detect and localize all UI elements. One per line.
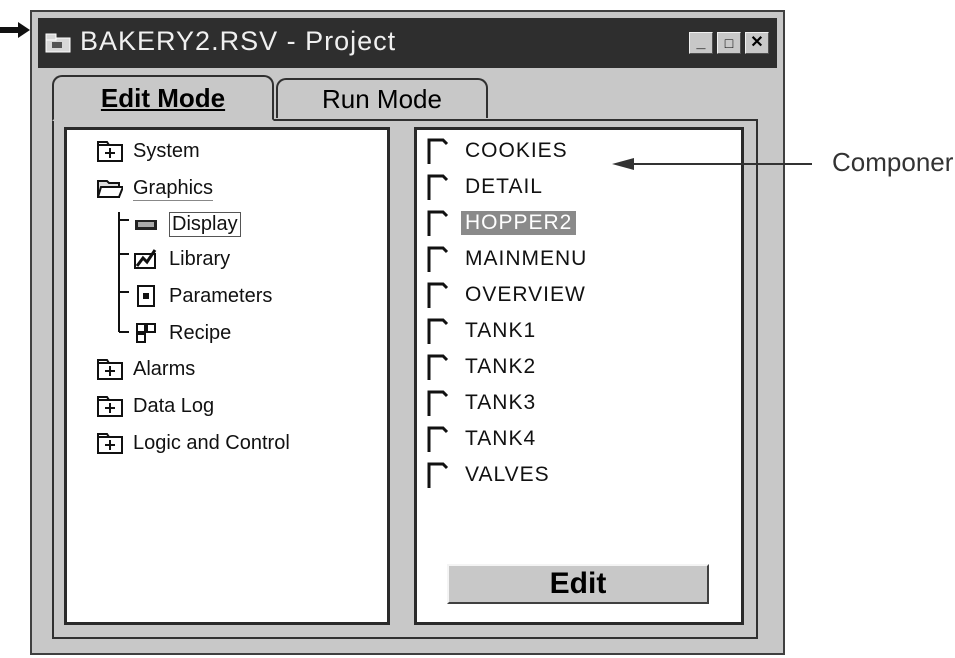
tree-item-label: Alarms <box>133 358 196 380</box>
folder-plus-icon <box>97 359 123 380</box>
component-item-label: COOKIES <box>465 139 568 162</box>
component-item-label: TANK1 <box>465 319 537 342</box>
project-icon <box>45 33 71 53</box>
maximize-button[interactable]: □ <box>717 32 741 54</box>
document-icon <box>427 354 449 380</box>
project-window: BAKERY2.RSV - Project _ □ ✕ Edit Mode Ru… <box>30 10 785 655</box>
document-icon <box>427 174 449 200</box>
edit-button[interactable]: Edit <box>447 564 709 604</box>
callout-arrow-icon <box>612 158 812 170</box>
component-item-label: TANK3 <box>465 391 537 414</box>
document-icon <box>427 138 449 164</box>
tree-connector <box>118 212 129 333</box>
tree-item-label: Logic and Control <box>133 432 290 454</box>
folder-open-icon <box>97 180 123 198</box>
document-icon <box>427 246 449 272</box>
tab-run-mode[interactable]: Run Mode <box>276 78 488 118</box>
document-icon <box>427 282 449 308</box>
tab-edit-mode[interactable]: Edit Mode <box>52 75 274 121</box>
recipe-icon <box>136 323 156 343</box>
minimize-button[interactable]: _ <box>689 32 713 54</box>
tree-item-label: Display <box>169 212 241 237</box>
tree-item-label: Parameters <box>169 285 273 307</box>
tree-item-label: Recipe <box>169 322 232 344</box>
library-icon <box>134 249 157 269</box>
display-icon <box>135 220 157 230</box>
component-list-pane[interactable]: COOKIES DETAIL HOPPER2 MAINMENU OVERVIEW… <box>414 127 744 625</box>
component-item-label: MAINMENU <box>465 247 588 270</box>
parameters-icon <box>137 285 155 307</box>
component-item-label: TANK4 <box>465 427 537 450</box>
tree-item-label: Data Log <box>133 395 215 417</box>
component-item-label: OVERVIEW <box>465 283 586 306</box>
component-item-label: DETAIL <box>465 175 543 198</box>
component-item-label: HOPPER2 <box>461 211 577 235</box>
pointer-arrow-icon <box>0 22 30 38</box>
folder-plus-icon <box>97 141 123 162</box>
folder-plus-icon <box>97 433 123 454</box>
document-icon <box>427 462 449 488</box>
tree-item-label: Graphics <box>133 177 214 201</box>
tree-pane[interactable]: System Graphics Display Library Paramete… <box>64 127 390 625</box>
component-item-label: VALVES <box>465 463 550 486</box>
window-title: BAKERY2.RSV - Project <box>80 26 397 56</box>
close-button[interactable]: ✕ <box>745 32 769 54</box>
tab-edit-mode-label: Edit Mode <box>100 83 226 113</box>
tree-item-label: Library <box>169 248 231 270</box>
title-bar[interactable]: BAKERY2.RSV - Project _ □ ✕ <box>38 18 777 68</box>
callout-label: Componer <box>832 147 954 177</box>
document-icon <box>427 426 449 452</box>
tab-run-mode-label: Run Mode <box>322 84 442 114</box>
tree-item-label: System <box>133 140 200 162</box>
folder-plus-icon <box>97 396 123 417</box>
component-item-label: TANK2 <box>465 355 537 378</box>
tab-content: System Graphics Display Library Paramete… <box>52 119 758 639</box>
document-icon <box>427 390 449 416</box>
document-icon <box>427 318 449 344</box>
document-icon <box>427 210 449 236</box>
